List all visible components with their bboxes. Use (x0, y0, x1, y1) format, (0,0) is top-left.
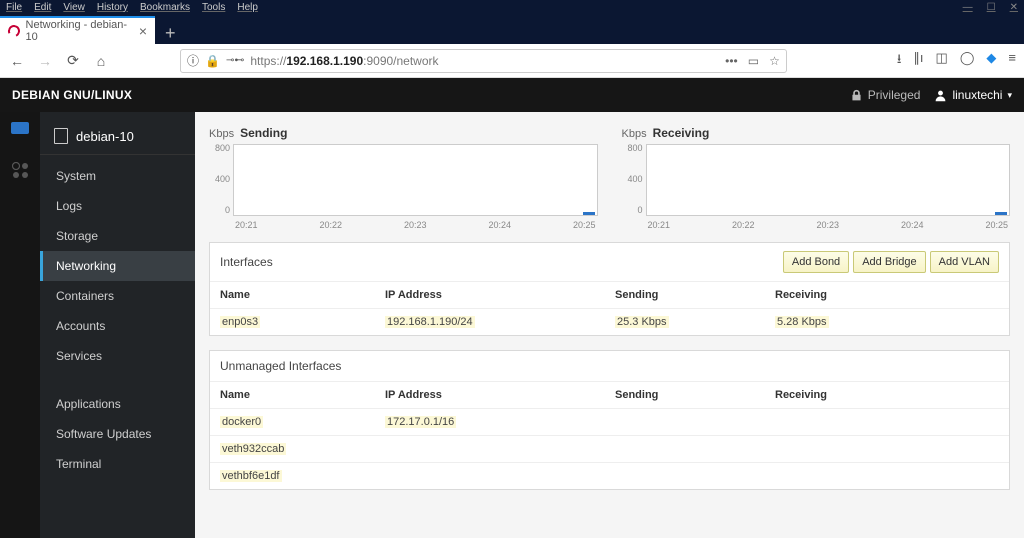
col-receiving: Receiving (775, 389, 999, 401)
menu-view[interactable]: View (63, 2, 85, 13)
nav-back-icon[interactable]: ← (8, 53, 26, 69)
sidebar-item-services[interactable]: Services (40, 341, 195, 371)
col-ip: IP Address (385, 389, 615, 401)
nav-reload-icon[interactable]: ⟳ (64, 52, 82, 69)
col-ip: IP Address (385, 289, 615, 301)
sidebar-item-terminal[interactable]: Terminal (40, 449, 195, 479)
window-maximize-icon[interactable]: ☐ (987, 2, 996, 13)
sidebar-icon[interactable]: ◫ (936, 50, 948, 72)
content-area: KbpsSending 8004000 20:2120:2220:2320:24… (195, 112, 1024, 538)
unmanaged-row[interactable]: veth932ccab (210, 435, 1009, 462)
sidebar-items: SystemLogsStorageNetworkingContainersAcc… (40, 161, 195, 371)
tab-strip: Networking - debian-10 × + (0, 14, 1024, 44)
panel-interfaces: Interfaces Add Bond Add Bridge Add VLAN … (209, 242, 1010, 336)
tab-title: Networking - debian-10 (26, 19, 133, 43)
chart-sending: KbpsSending 8004000 20:2120:2220:2320:24… (209, 126, 598, 230)
downloads-icon[interactable]: ⭳ (897, 50, 902, 72)
browser-tab[interactable]: Networking - debian-10 × (0, 16, 155, 44)
col-sending: Sending (615, 389, 775, 401)
menu-help[interactable]: Help (237, 2, 258, 13)
bookmark-star-icon[interactable]: ☆ (769, 54, 780, 68)
cockpit-header: DEBIAN GNU/LINUX Privileged linuxtechi ▾ (0, 78, 1024, 112)
menu-edit[interactable]: Edit (34, 2, 51, 13)
privileged-indicator[interactable]: Privileged (850, 88, 921, 102)
new-tab-button[interactable]: + (155, 23, 186, 44)
panel-title: Interfaces (220, 255, 273, 269)
add-vlan-button[interactable]: Add VLAN (930, 251, 999, 273)
sidebar-item-software-updates[interactable]: Software Updates (40, 419, 195, 449)
url-box[interactable]: ⓘ 🔒 ⊸⊷ https://192.168.1.190:9090/networ… (180, 49, 787, 73)
sidebar-item-storage[interactable]: Storage (40, 221, 195, 251)
chevron-down-icon: ▾ (1007, 90, 1012, 101)
col-sending: Sending (615, 289, 775, 301)
chart-receiving: KbpsReceiving 8004000 20:2120:2220:2320:… (622, 126, 1011, 230)
brand-label: DEBIAN GNU/LINUX (12, 88, 132, 102)
window-close-icon[interactable]: ✕ (1010, 2, 1018, 13)
permission-icon[interactable]: ⊸⊷ (226, 55, 244, 66)
menu-bookmarks[interactable]: Bookmarks (140, 2, 190, 13)
browser-toolbar: ← → ⟳ ⌂ ⓘ 🔒 ⊸⊷ https://192.168.1.190:909… (0, 44, 1024, 78)
col-receiving: Receiving (775, 289, 999, 301)
host-switcher-icon[interactable] (11, 122, 29, 134)
user-icon (934, 89, 947, 102)
account-icon[interactable]: ◯ (960, 50, 975, 72)
sidebar-item-system[interactable]: System (40, 161, 195, 191)
browser-menubar: File Edit View History Bookmarks Tools H… (0, 0, 1024, 14)
sidebar-item-containers[interactable]: Containers (40, 281, 195, 311)
add-bond-button[interactable]: Add Bond (783, 251, 849, 273)
sidebar-nav: debian-10 SystemLogsStorageNetworkingCon… (40, 112, 195, 538)
lock-icon (850, 89, 863, 102)
sidebar-item-networking[interactable]: Networking (40, 251, 195, 281)
extension-icon[interactable]: ◆ (986, 50, 996, 72)
sidebar-item-accounts[interactable]: Accounts (40, 311, 195, 341)
menu-history[interactable]: History (97, 2, 128, 13)
add-bridge-button[interactable]: Add Bridge (853, 251, 925, 273)
panel-unmanaged: Unmanaged Interfaces Name IP Address Sen… (209, 350, 1010, 490)
hamburger-menu-icon[interactable]: ≡ (1008, 50, 1016, 72)
unmanaged-row[interactable]: vethbf6e1df (210, 462, 1009, 489)
sidebar-item-applications[interactable]: Applications (40, 389, 195, 419)
nav-forward-icon[interactable]: → (36, 53, 54, 69)
panel-title: Unmanaged Interfaces (220, 359, 341, 373)
lock-warning-icon[interactable]: 🔒 (205, 54, 220, 68)
server-icon (54, 128, 68, 144)
menu-file[interactable]: File (6, 2, 22, 13)
library-icon[interactable]: ∥ı (913, 50, 923, 72)
user-menu[interactable]: linuxtechi ▾ (934, 88, 1012, 102)
tab-close-icon[interactable]: × (139, 23, 147, 39)
nav-home-icon[interactable]: ⌂ (92, 53, 110, 69)
sidebar-item-logs[interactable]: Logs (40, 191, 195, 221)
sidebar-host[interactable]: debian-10 (40, 118, 195, 155)
identity-info-icon[interactable]: ⓘ (187, 52, 199, 69)
col-name: Name (220, 389, 385, 401)
interface-row[interactable]: enp0s3 192.168.1.190/24 25.3 Kbps 5.28 K… (210, 308, 1009, 335)
sidebar-extra: ApplicationsSoftware UpdatesTerminal (40, 389, 195, 479)
reader-mode-icon[interactable]: ▭ (748, 54, 759, 68)
menu-tools[interactable]: Tools (202, 2, 225, 13)
debian-favicon-icon (6, 23, 21, 38)
col-name: Name (220, 289, 385, 301)
launcher-rail (0, 112, 40, 538)
url-text: https://192.168.1.190:9090/network (250, 54, 719, 68)
window-minimize-icon[interactable]: — (963, 2, 973, 13)
unmanaged-row[interactable]: docker0172.17.0.1/16 (210, 408, 1009, 435)
url-more-icon[interactable]: ••• (725, 54, 738, 68)
dashboard-icon[interactable] (12, 162, 28, 178)
